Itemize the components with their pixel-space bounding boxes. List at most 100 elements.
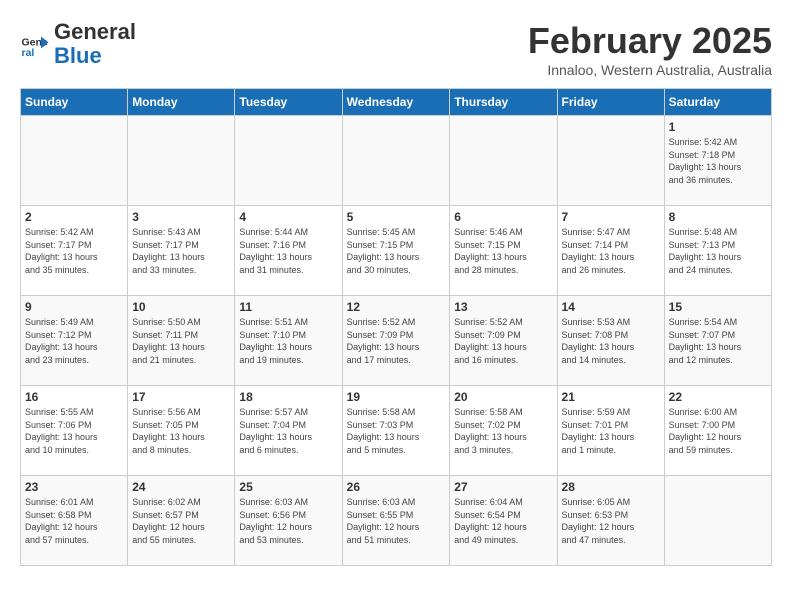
calendar-cell: 8Sunrise: 5:48 AM Sunset: 7:13 PM Daylig… — [664, 206, 771, 296]
day-info: Sunrise: 5:45 AM Sunset: 7:15 PM Dayligh… — [347, 226, 446, 276]
calendar-cell: 12 Sunrise: 5:52 AM Sunset: 7:09 PM Dayli… — [342, 296, 450, 386]
logo: Gene ral General Blue — [20, 20, 136, 68]
title-area: February 2025 Innaloo, Western Australia… — [528, 20, 772, 78]
day-number: 27 — [454, 480, 552, 494]
day-info: Sunrise: 6:03 AM Sunset: 6:56 PM Dayligh… — [239, 496, 337, 546]
calendar-cell: 28 Sunrise: 6:05 AM Sunset: 6:53 PM Dayli… — [557, 476, 664, 566]
calendar-week-row: 23 Sunrise: 6:01 AM Sunset: 6:58 PM Dayli… — [21, 476, 772, 566]
day-number: 10 — [132, 300, 230, 314]
column-header-tuesday: Tuesday — [235, 89, 342, 116]
calendar-cell: 22 Sunrise: 6:00 AM Sunset: 7:00 PM Dayli… — [664, 386, 771, 476]
day-number: 26 — [347, 480, 446, 494]
calendar-header-row: SundayMondayTuesdayWednesdayThursdayFrid… — [21, 89, 772, 116]
day-number: 21 — [562, 390, 660, 404]
day-info: Sunrise: 5:57 AM Sunset: 7:04 PM Dayligh… — [239, 406, 337, 456]
calendar-cell: 24Sunrise: 6:02 AM Sunset: 6:57 PM Dayli… — [128, 476, 235, 566]
calendar-cell: 20 Sunrise: 5:58 AM Sunset: 7:02 PM Dayli… — [450, 386, 557, 476]
calendar-week-row: 16 Sunrise: 5:55 AM Sunset: 7:06 PM Dayli… — [21, 386, 772, 476]
calendar-cell: 2Sunrise: 5:42 AM Sunset: 7:17 PM Daylig… — [21, 206, 128, 296]
calendar-cell: 11 Sunrise: 5:51 AM Sunset: 7:10 PM Dayli… — [235, 296, 342, 386]
calendar-week-row: 1 Sunrise: 5:42 AM Sunset: 7:18 PM Daylig… — [21, 116, 772, 206]
calendar-cell — [557, 116, 664, 206]
day-info: Sunrise: 5:59 AM Sunset: 7:01 PM Dayligh… — [562, 406, 660, 456]
day-info: Sunrise: 5:54 AM Sunset: 7:07 PM Dayligh… — [669, 316, 767, 366]
column-header-wednesday: Wednesday — [342, 89, 450, 116]
day-info: Sunrise: 6:01 AM Sunset: 6:58 PM Dayligh… — [25, 496, 123, 546]
day-info: Sunrise: 5:58 AM Sunset: 7:03 PM Dayligh… — [347, 406, 446, 456]
calendar-cell — [21, 116, 128, 206]
calendar-cell: 18 Sunrise: 5:57 AM Sunset: 7:04 PM Dayli… — [235, 386, 342, 476]
day-number: 28 — [562, 480, 660, 494]
calendar-week-row: 2Sunrise: 5:42 AM Sunset: 7:17 PM Daylig… — [21, 206, 772, 296]
calendar-cell: 5 Sunrise: 5:45 AM Sunset: 7:15 PM Daylig… — [342, 206, 450, 296]
day-info: Sunrise: 5:44 AM Sunset: 7:16 PM Dayligh… — [239, 226, 337, 276]
day-number: 7 — [562, 210, 660, 224]
day-info: Sunrise: 6:02 AM Sunset: 6:57 PM Dayligh… — [132, 496, 230, 546]
calendar-cell — [664, 476, 771, 566]
day-number: 13 — [454, 300, 552, 314]
calendar-cell: 7 Sunrise: 5:47 AM Sunset: 7:14 PM Daylig… — [557, 206, 664, 296]
svg-text:ral: ral — [22, 47, 35, 59]
day-number: 5 — [347, 210, 446, 224]
day-info: Sunrise: 6:05 AM Sunset: 6:53 PM Dayligh… — [562, 496, 660, 546]
day-info: Sunrise: 5:42 AM Sunset: 7:18 PM Dayligh… — [669, 136, 767, 186]
day-number: 1 — [669, 120, 767, 134]
day-number: 25 — [239, 480, 337, 494]
calendar-cell: 13 Sunrise: 5:52 AM Sunset: 7:09 PM Dayli… — [450, 296, 557, 386]
calendar-cell: 1 Sunrise: 5:42 AM Sunset: 7:18 PM Daylig… — [664, 116, 771, 206]
calendar-cell — [450, 116, 557, 206]
day-info: Sunrise: 6:00 AM Sunset: 7:00 PM Dayligh… — [669, 406, 767, 456]
calendar-cell: 17Sunrise: 5:56 AM Sunset: 7:05 PM Dayli… — [128, 386, 235, 476]
calendar-cell: 16 Sunrise: 5:55 AM Sunset: 7:06 PM Dayli… — [21, 386, 128, 476]
day-number: 4 — [239, 210, 337, 224]
calendar-cell: 3 Sunrise: 5:43 AM Sunset: 7:17 PM Daylig… — [128, 206, 235, 296]
day-number: 12 — [347, 300, 446, 314]
calendar-cell: 10 Sunrise: 5:50 AM Sunset: 7:11 PM Dayli… — [128, 296, 235, 386]
day-info: Sunrise: 5:52 AM Sunset: 7:09 PM Dayligh… — [454, 316, 552, 366]
column-header-thursday: Thursday — [450, 89, 557, 116]
calendar-cell — [342, 116, 450, 206]
day-info: Sunrise: 5:56 AM Sunset: 7:05 PM Dayligh… — [132, 406, 230, 456]
calendar-week-row: 9Sunrise: 5:49 AM Sunset: 7:12 PM Daylig… — [21, 296, 772, 386]
day-info: Sunrise: 5:53 AM Sunset: 7:08 PM Dayligh… — [562, 316, 660, 366]
calendar-cell: 15 Sunrise: 5:54 AM Sunset: 7:07 PM Dayli… — [664, 296, 771, 386]
day-number: 19 — [347, 390, 446, 404]
column-header-friday: Friday — [557, 89, 664, 116]
day-info: Sunrise: 5:52 AM Sunset: 7:09 PM Dayligh… — [347, 316, 446, 366]
logo-line2: Blue — [54, 44, 136, 68]
month-title: February 2025 — [528, 20, 772, 62]
column-header-sunday: Sunday — [21, 89, 128, 116]
logo-icon: Gene ral — [20, 29, 50, 59]
day-info: Sunrise: 5:48 AM Sunset: 7:13 PM Dayligh… — [669, 226, 767, 276]
day-info: Sunrise: 5:47 AM Sunset: 7:14 PM Dayligh… — [562, 226, 660, 276]
day-info: Sunrise: 5:43 AM Sunset: 7:17 PM Dayligh… — [132, 226, 230, 276]
day-number: 14 — [562, 300, 660, 314]
column-header-monday: Monday — [128, 89, 235, 116]
calendar-cell: 9Sunrise: 5:49 AM Sunset: 7:12 PM Daylig… — [21, 296, 128, 386]
day-info: Sunrise: 6:03 AM Sunset: 6:55 PM Dayligh… — [347, 496, 446, 546]
day-number: 23 — [25, 480, 123, 494]
calendar-cell: 25 Sunrise: 6:03 AM Sunset: 6:56 PM Dayli… — [235, 476, 342, 566]
day-info: Sunrise: 5:50 AM Sunset: 7:11 PM Dayligh… — [132, 316, 230, 366]
calendar-cell: 4 Sunrise: 5:44 AM Sunset: 7:16 PM Daylig… — [235, 206, 342, 296]
calendar-cell: 23 Sunrise: 6:01 AM Sunset: 6:58 PM Dayli… — [21, 476, 128, 566]
day-info: Sunrise: 5:55 AM Sunset: 7:06 PM Dayligh… — [25, 406, 123, 456]
day-info: Sunrise: 5:51 AM Sunset: 7:10 PM Dayligh… — [239, 316, 337, 366]
day-info: Sunrise: 5:42 AM Sunset: 7:17 PM Dayligh… — [25, 226, 123, 276]
calendar-cell: 14 Sunrise: 5:53 AM Sunset: 7:08 PM Dayli… — [557, 296, 664, 386]
day-number: 15 — [669, 300, 767, 314]
calendar-cell: 21 Sunrise: 5:59 AM Sunset: 7:01 PM Dayli… — [557, 386, 664, 476]
day-number: 20 — [454, 390, 552, 404]
calendar-cell: 19 Sunrise: 5:58 AM Sunset: 7:03 PM Dayli… — [342, 386, 450, 476]
day-number: 22 — [669, 390, 767, 404]
day-number: 9 — [25, 300, 123, 314]
day-number: 11 — [239, 300, 337, 314]
calendar-table: SundayMondayTuesdayWednesdayThursdayFrid… — [20, 88, 772, 566]
location-subtitle: Innaloo, Western Australia, Australia — [528, 62, 772, 78]
day-info: Sunrise: 5:46 AM Sunset: 7:15 PM Dayligh… — [454, 226, 552, 276]
day-number: 18 — [239, 390, 337, 404]
header: Gene ral General Blue February 2025 Inna… — [20, 20, 772, 78]
day-number: 3 — [132, 210, 230, 224]
day-number: 16 — [25, 390, 123, 404]
day-info: Sunrise: 5:58 AM Sunset: 7:02 PM Dayligh… — [454, 406, 552, 456]
